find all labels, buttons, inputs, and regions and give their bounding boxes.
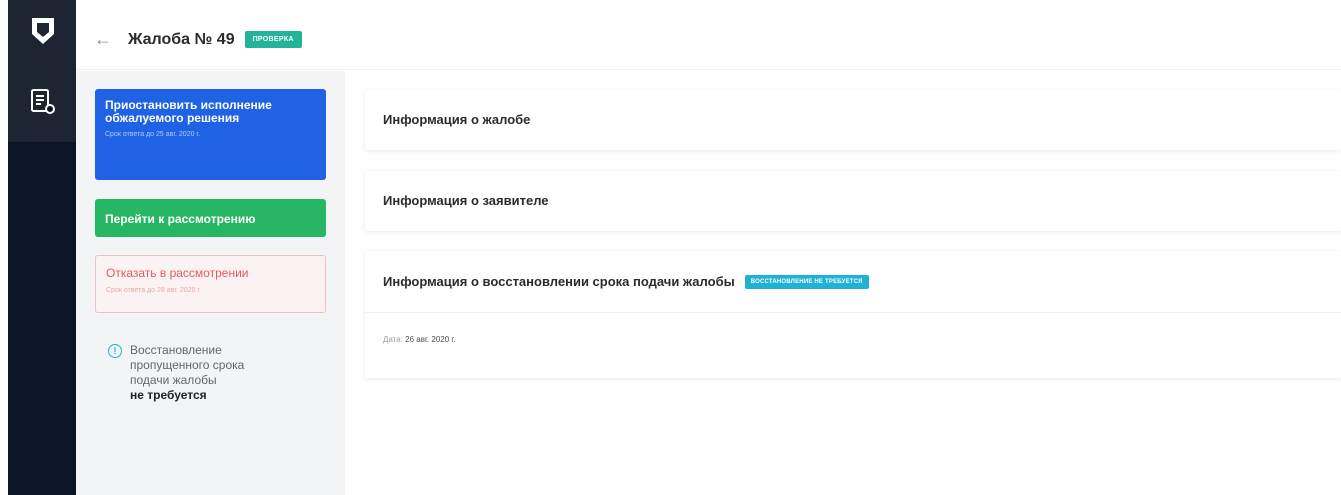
app-logo-icon[interactable] — [30, 16, 56, 46]
page-header: ← Жалоба № 49 ПРОВЕРКА — [76, 10, 1341, 70]
complaints-document-icon[interactable] — [30, 88, 56, 116]
page-title: Жалоба № 49 — [128, 30, 235, 48]
applicant-info-title: Информация о заявителе — [383, 193, 549, 208]
refuse-deadline: Срок ответа до 28 авг. 2020 г. — [106, 287, 202, 294]
refuse-button-label: Отказать в рассмотрении — [106, 266, 249, 280]
info-icon: ! — [108, 344, 122, 358]
left-edge — [0, 0, 8, 495]
restore-notice-body: Восстановление пропущенного срока подачи… — [130, 343, 245, 387]
applicant-info-section[interactable]: Информация о заявителе — [365, 171, 1341, 231]
date-label: Дата — [383, 335, 401, 344]
restore-notice-text: Восстановление пропущенного срока подачи… — [130, 343, 280, 403]
restore-status-badge: ВОССТАНОВЛЕНИЕ НЕ ТРЕБУЕТСЯ — [744, 274, 869, 289]
restore-notice-emphasis: не требуется — [130, 388, 207, 402]
complaint-info-title: Информация о жалобе — [383, 112, 531, 127]
suspend-deadline: Срок ответа до 25 авг. 2020 г. — [105, 131, 201, 138]
restore-date-row: Дата: 26 авг. 2020 г. — [383, 335, 456, 344]
go-to-review-button[interactable]: Перейти к рассмотрению — [95, 199, 326, 237]
app-sidebar — [8, 0, 76, 495]
restore-notice: ! Восстановление пропущенного срока пода… — [108, 343, 280, 403]
suspend-button-label: Приостановить исполнение обжалуемого реш… — [105, 98, 272, 125]
restore-info-section: Информация о восстановлении срока подачи… — [365, 251, 1341, 378]
back-arrow-icon[interactable]: ← — [94, 29, 112, 50]
complaint-info-section[interactable]: Информация о жалобе — [365, 90, 1341, 150]
refuse-review-button[interactable]: Отказать в рассмотрении Срок ответа до 2… — [95, 255, 326, 313]
status-badge: ПРОВЕРКА — [244, 31, 302, 48]
restore-info-header[interactable]: Информация о восстановлении срока подачи… — [365, 251, 1341, 313]
suspend-execution-button[interactable]: Приостановить исполнение обжалуемого реш… — [95, 89, 326, 180]
date-value: 26 авг. 2020 г. — [405, 335, 456, 344]
restore-info-title: Информация о восстановлении срока подачи… — [383, 274, 735, 289]
actions-panel: Приостановить исполнение обжалуемого реш… — [76, 71, 345, 495]
